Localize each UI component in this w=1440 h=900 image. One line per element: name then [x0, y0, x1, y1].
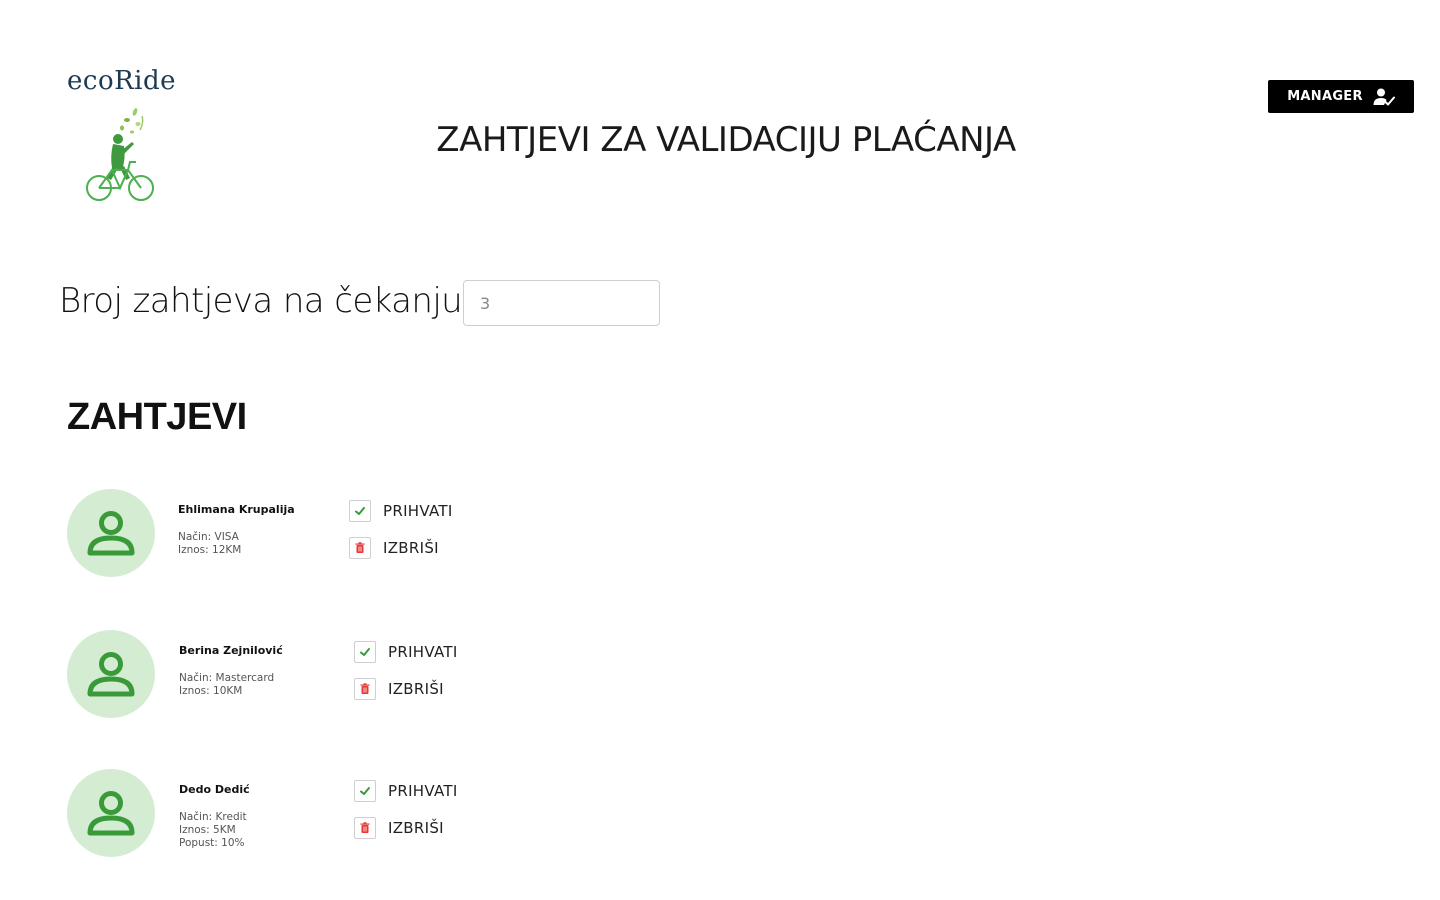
- requester-name: Berina Zejnilović: [179, 644, 283, 657]
- checkmark-icon: [360, 787, 370, 795]
- user-icon: [87, 511, 135, 556]
- payment-amount: Iznos: 5KM: [179, 824, 236, 836]
- request-details: Način: Mastercard Iznos: 10KM: [179, 672, 274, 698]
- delete-checkbox[interactable]: [349, 537, 371, 559]
- delete-button[interactable]: IZBRIŠI: [354, 678, 444, 700]
- delete-label: IZBRIŠI: [383, 539, 439, 557]
- payment-amount: Iznos: 12KM: [178, 544, 242, 556]
- trash-icon: [360, 683, 370, 694]
- avatar: [67, 630, 155, 718]
- payment-method: Način: Kredit: [179, 811, 247, 823]
- payment-method: Način: VISA: [178, 531, 239, 543]
- avatar: [67, 769, 155, 857]
- pending-requests-count-field[interactable]: [463, 280, 660, 326]
- delete-button[interactable]: IZBRIŠI: [354, 817, 444, 839]
- delete-button[interactable]: IZBRIŠI: [349, 537, 439, 559]
- request-item: Berina Zejnilović Način: Mastercard Izno…: [67, 630, 567, 720]
- delete-label: IZBRIŠI: [388, 680, 444, 698]
- requests-section-title: ZAHTJEVI: [67, 396, 247, 438]
- payment-amount: Iznos: 10KM: [179, 685, 243, 697]
- request-item: Dedo Dedić Način: Kredit Iznos: 5KM Popu…: [67, 769, 567, 859]
- trash-icon: [355, 542, 365, 553]
- accept-checkbox[interactable]: [349, 500, 371, 522]
- accept-checkbox[interactable]: [354, 780, 376, 802]
- payment-discount: Popust: 10%: [179, 837, 245, 849]
- accept-button[interactable]: PRIHVATI: [349, 500, 453, 522]
- checkmark-icon: [360, 648, 370, 656]
- logo-text: ecoRide: [67, 66, 177, 96]
- manager-label: MANAGER: [1287, 89, 1363, 104]
- avatar: [67, 489, 155, 577]
- accept-label: PRIHVATI: [388, 782, 458, 800]
- delete-label: IZBRIŠI: [388, 819, 444, 837]
- user-icon: [87, 791, 135, 836]
- requester-name: Dedo Dedić: [179, 783, 250, 796]
- manager-menu-button[interactable]: MANAGER: [1268, 80, 1414, 113]
- requester-name: Ehlimana Krupalija: [178, 503, 295, 516]
- user-check-icon: [1373, 88, 1395, 105]
- accept-checkbox[interactable]: [354, 641, 376, 663]
- request-item: Ehlimana Krupalija Način: VISA Iznos: 12…: [67, 489, 567, 579]
- page-title: ZAHTJEVI ZA VALIDACIJU PLAĆANJA: [436, 120, 1016, 160]
- request-details: Način: Kredit Iznos: 5KM Popust: 10%: [179, 811, 247, 850]
- pending-requests-label: Broj zahtjeva na čekanju:: [59, 281, 474, 321]
- delete-checkbox[interactable]: [354, 678, 376, 700]
- request-details: Način: VISA Iznos: 12KM: [178, 531, 241, 557]
- accept-label: PRIHVATI: [388, 643, 458, 661]
- delete-checkbox[interactable]: [354, 817, 376, 839]
- checkmark-icon: [355, 507, 365, 515]
- trash-icon: [360, 822, 370, 833]
- accept-label: PRIHVATI: [383, 502, 453, 520]
- payment-method: Način: Mastercard: [179, 672, 275, 684]
- accept-button[interactable]: PRIHVATI: [354, 780, 458, 802]
- accept-button[interactable]: PRIHVATI: [354, 641, 458, 663]
- user-icon: [87, 652, 135, 697]
